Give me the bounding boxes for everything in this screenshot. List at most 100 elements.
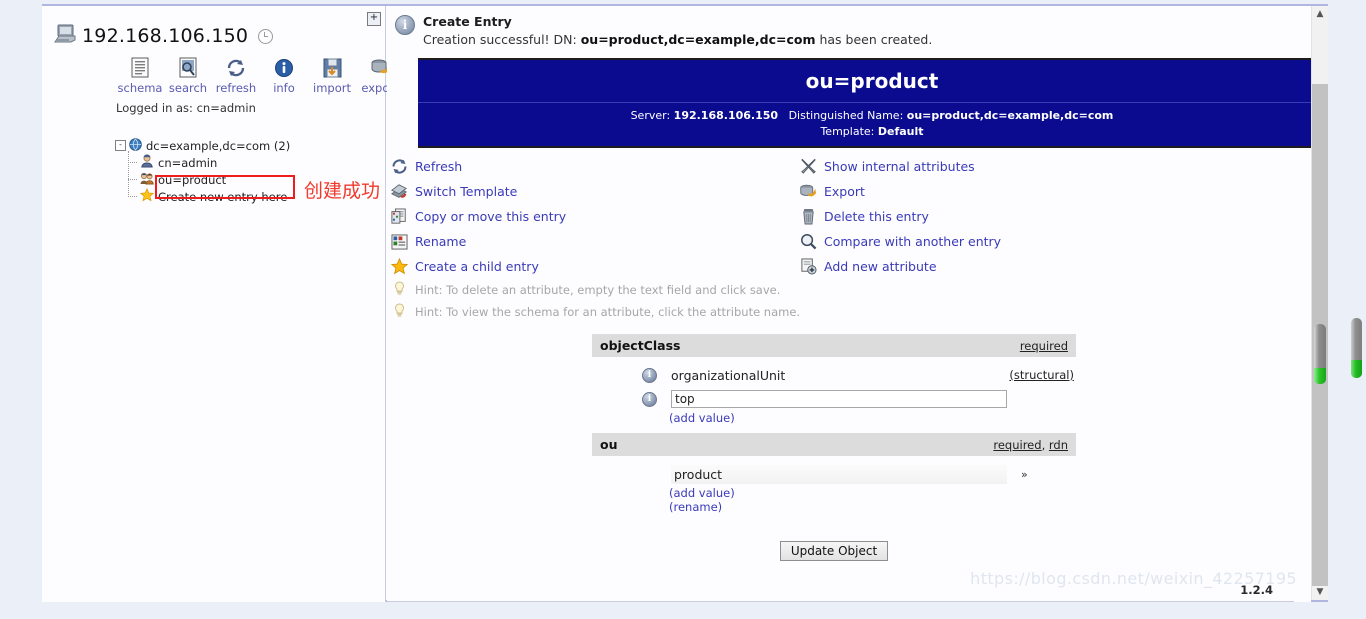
attribute-name: ou <box>600 437 618 452</box>
attributes-table: objectClass required i organizationalUni… <box>592 334 1076 561</box>
browser-scrollbar-thumb[interactable] <box>1351 318 1362 378</box>
left-panel: + 192.168.106.150 schema search refresh … <box>42 6 446 602</box>
action-compare-entry[interactable]: Compare with another entry <box>799 229 1001 254</box>
import-icon <box>308 56 356 78</box>
ou-value-input[interactable] <box>671 464 1007 484</box>
star-icon <box>139 187 155 205</box>
objectclass-add-value-link[interactable]: (add value) <box>592 411 1076 425</box>
action-create-child-entry[interactable]: Create a child entry <box>390 254 800 279</box>
magnifier-icon <box>799 233 817 251</box>
action-add-new-attribute[interactable]: Add new attribute <box>799 254 1001 279</box>
logged-in-as: Logged in as: cn=admin <box>116 101 256 115</box>
add-attribute-icon <box>799 258 817 276</box>
tree-root-node[interactable]: - dc=example,dc=com (2) <box>115 137 290 154</box>
expand-panel-button[interactable]: + <box>367 12 381 26</box>
clock-icon <box>258 28 274 44</box>
template-value: Default <box>877 125 924 138</box>
schema-icon <box>116 56 164 78</box>
tree-item-cn-admin[interactable]: cn=admin <box>127 154 290 171</box>
tree-item-ou-product[interactable]: ou=product <box>127 171 290 188</box>
tree-children: cn=admin ou=product Create new entry her… <box>127 151 290 205</box>
create-entry-notice: i Create Entry Creation successful! DN: … <box>395 14 1301 47</box>
attribute-value-row: i » <box>592 462 1076 486</box>
info-icon[interactable]: i <box>642 367 657 383</box>
entry-subheader: Server: 192.168.106.150 Distinguished Na… <box>418 103 1311 146</box>
toolbar-item-refresh[interactable]: refresh <box>212 56 260 95</box>
copy-icon <box>390 208 408 226</box>
tree-item-label: Create new entry here <box>158 189 288 204</box>
action-refresh[interactable]: Refresh <box>390 154 800 179</box>
action-delete-entry[interactable]: Delete this entry <box>799 204 1001 229</box>
screen: ▲ ▼ + 192.168.106.150 schema search refr… <box>0 0 1366 619</box>
toolbar-item-info[interactable]: info <box>260 56 308 95</box>
star-icon <box>390 258 408 276</box>
attribute-name: objectClass <box>600 338 681 353</box>
entry-title: ou=product <box>418 60 1311 103</box>
action-label: Show internal attributes <box>824 159 975 174</box>
flag-separator: , <box>1041 437 1049 452</box>
action-label: Copy or move this entry <box>415 209 567 224</box>
objectclass-type-tag[interactable]: (structural) <box>1009 368 1076 382</box>
flag-rdn[interactable]: rdn <box>1049 438 1068 452</box>
computer-icon <box>54 24 76 48</box>
attribute-body-ou: i » (add value) (rename) <box>592 456 1076 522</box>
action-label: Compare with another entry <box>824 234 1002 249</box>
trash-icon <box>799 208 817 226</box>
content-scrollbar-thumb[interactable] <box>1314 324 1326 384</box>
app-version: 1.2.4 <box>1240 583 1273 597</box>
hint-text: Hint: To delete an attribute, empty the … <box>415 283 781 297</box>
attribute-value-row: i <box>592 387 1076 411</box>
toolbar-item-schema[interactable]: schema <box>116 56 164 95</box>
scroll-up-arrow[interactable]: ▲ <box>1312 7 1328 21</box>
update-button-wrap: Update Object <box>592 522 1076 561</box>
ou-rename-link[interactable]: (rename) <box>592 500 1076 514</box>
rdn-marker: » <box>1021 467 1028 481</box>
notice-message-prefix: Creation successful! DN: <box>423 32 581 47</box>
browser-scrollbar[interactable] <box>1348 0 1366 619</box>
toolbar-label-info: info <box>273 81 295 95</box>
tree-item-label: ou=product <box>158 172 227 187</box>
action-rename[interactable]: Rename <box>390 229 800 254</box>
server-header: 192.168.106.150 <box>54 24 274 48</box>
tree-collapse-toggle[interactable]: - <box>115 140 126 151</box>
hint-view-schema: Hint: To view the schema for an attribut… <box>390 301 800 323</box>
ou-add-value-link[interactable]: (add value) <box>592 486 1076 500</box>
rename-icon <box>390 233 408 251</box>
action-label: Refresh <box>415 159 463 174</box>
action-copy-or-move[interactable]: Copy or move this entry <box>390 204 800 229</box>
ldap-tree: - dc=example,dc=com (2) cn=admin ou=prod… <box>115 137 290 205</box>
globe-icon <box>129 137 142 154</box>
user-icon <box>140 154 154 171</box>
flag-required[interactable]: required <box>1020 339 1068 353</box>
attribute-body-objectclass: i organizationalUnit (structural) i (add… <box>592 357 1076 433</box>
server-label: Server: <box>630 109 671 122</box>
server-value: 192.168.106.150 <box>673 109 779 122</box>
toolbar-item-search[interactable]: search <box>164 56 212 95</box>
refresh-icon <box>212 56 260 78</box>
content-scrollbar[interactable]: ▲ ▼ <box>1311 6 1328 600</box>
flag-required[interactable]: required <box>993 438 1041 452</box>
attribute-flags: required, rdn <box>993 438 1068 452</box>
hint-text: Hint: To view the schema for an attribut… <box>415 305 801 319</box>
action-label: Rename <box>415 234 467 249</box>
action-show-internal-attributes[interactable]: Show internal attributes <box>799 154 1001 179</box>
tree-item-create-new-entry[interactable]: Create new entry here <box>127 187 290 205</box>
objectclass-top-input[interactable] <box>671 390 1007 408</box>
action-switch-template[interactable]: Switch Template <box>390 179 800 204</box>
entry-actions-right: Show internal attributes Export Delete t… <box>799 154 1001 279</box>
annotation-text: 创建成功 <box>304 180 381 202</box>
scrollbar-position-marker <box>1314 368 1326 384</box>
tools-icon <box>799 158 817 176</box>
template-label: Template: <box>820 125 875 138</box>
scroll-down-arrow[interactable]: ▼ <box>1312 585 1328 599</box>
notice-message-suffix: has been created. <box>815 32 933 47</box>
tree-root-label: dc=example,dc=com (2) <box>146 138 291 153</box>
update-object-button[interactable]: Update Object <box>779 541 889 561</box>
attribute-header-objectclass: objectClass required <box>592 334 1076 357</box>
toolbar-label-schema: schema <box>117 81 163 95</box>
info-icon[interactable]: i <box>642 391 657 407</box>
objectclass-value: organizationalUnit <box>671 367 786 383</box>
refresh-icon <box>390 158 408 176</box>
action-export[interactable]: Export <box>799 179 1001 204</box>
toolbar-item-import[interactable]: import <box>308 56 356 95</box>
